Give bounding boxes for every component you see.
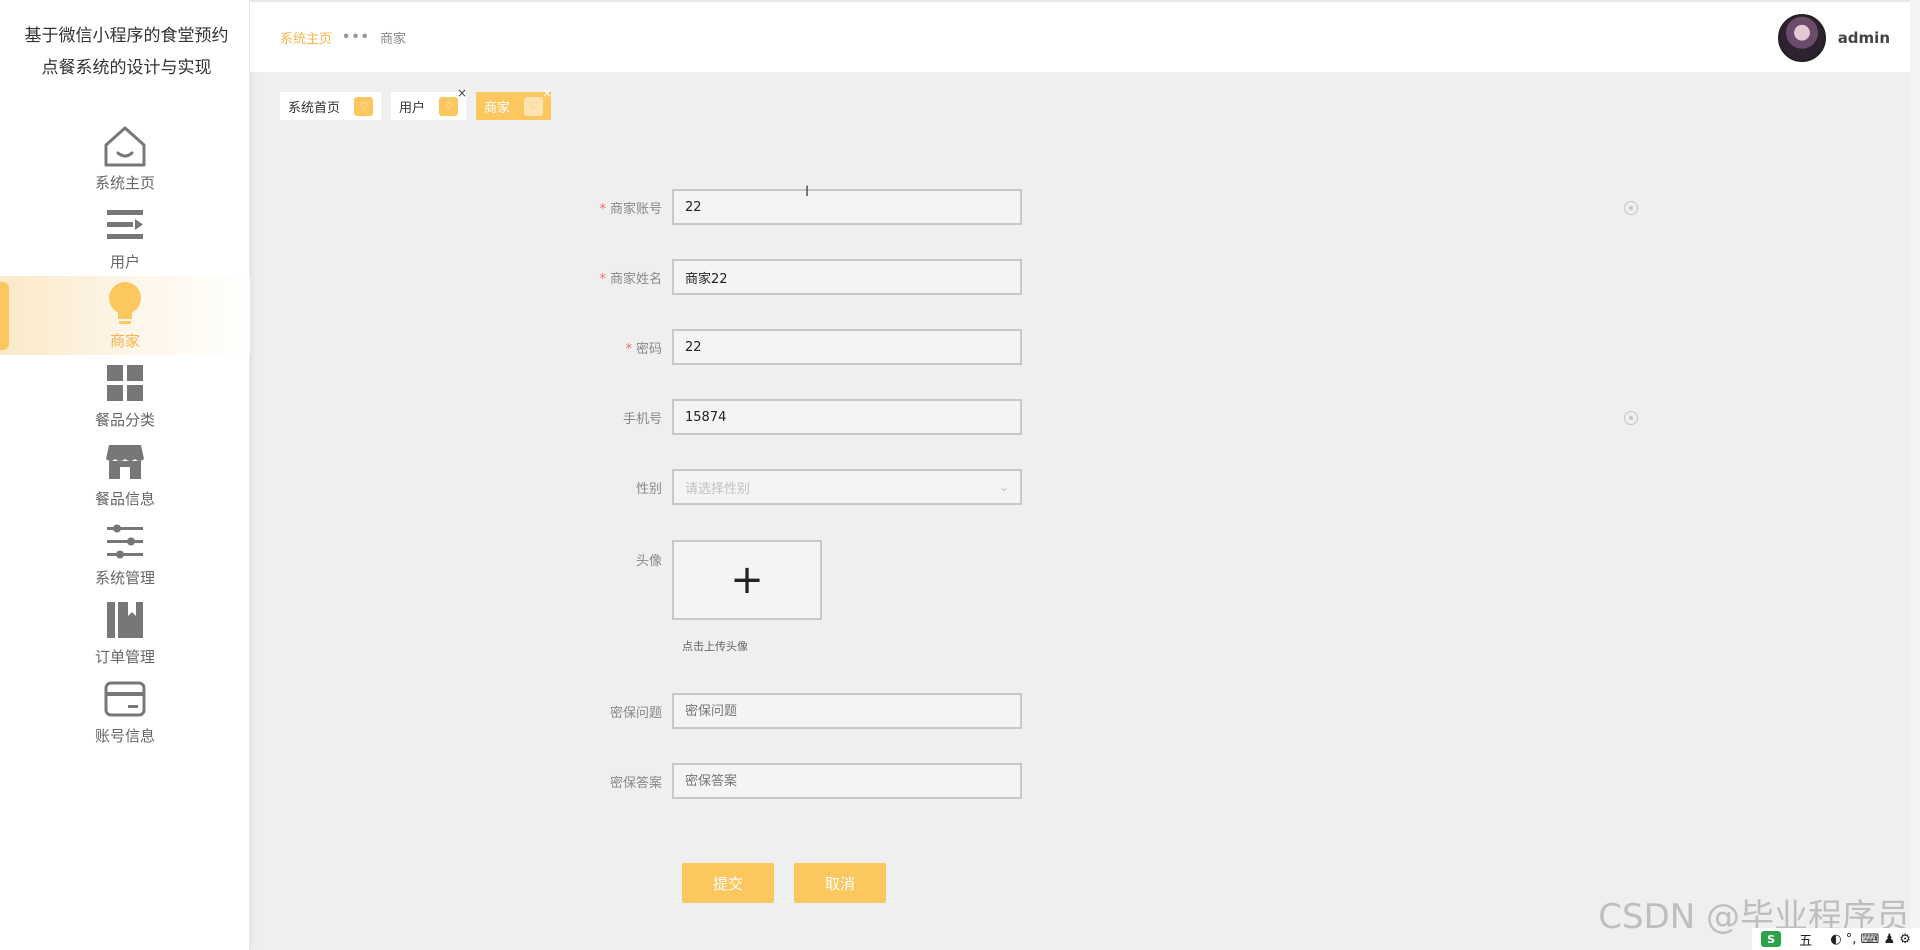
sidebar-item-label: 系统管理 xyxy=(94,569,155,587)
sidebar-item-system[interactable]: 系统管理 xyxy=(0,513,250,592)
ime-logo-icon[interactable]: S xyxy=(1761,931,1782,947)
gender-select[interactable]: 请选择性别 ⌄ xyxy=(672,469,1022,505)
password-label: * 密码 xyxy=(625,341,662,357)
book-icon xyxy=(101,596,149,644)
ime-mode[interactable]: 五 xyxy=(1799,930,1812,949)
app-title: 基于微信小程序的食堂预约点餐系统的设计与实现 xyxy=(24,26,229,78)
user-menu[interactable]: admin xyxy=(1777,14,1890,62)
tag-label: 用户 xyxy=(399,100,426,116)
avatar-label: 头像 xyxy=(635,554,662,569)
form-row-answer: 密保答案 xyxy=(560,763,1022,799)
tag-merchant[interactable]: 商家 ♡ × xyxy=(476,86,552,120)
shop-icon xyxy=(101,438,149,486)
answer-input[interactable] xyxy=(672,763,1022,799)
sidebar-item-label: 餐品分类 xyxy=(94,411,155,429)
gender-placeholder: 请选择性别 xyxy=(685,481,751,497)
heart-icon: ♡ xyxy=(439,96,459,116)
clear-icon[interactable] xyxy=(1624,201,1638,215)
tag-label: 商家 xyxy=(484,100,511,116)
heart-icon: ♡ xyxy=(524,96,544,116)
chevron-down-icon: ⌄ xyxy=(998,480,1009,494)
sidebar-item-food-category[interactable]: 餐品分类 xyxy=(0,355,250,434)
avatar-upload[interactable]: + xyxy=(672,540,822,620)
plus-icon: + xyxy=(730,557,764,603)
upload-hint: 点击上传头像 xyxy=(682,640,748,653)
username[interactable]: admin xyxy=(1838,29,1890,47)
tag-users[interactable]: 用户 ♡ × xyxy=(391,86,467,120)
required-mark: * xyxy=(599,271,606,287)
card-icon xyxy=(101,675,149,723)
sliders-icon xyxy=(101,517,149,565)
phone-label: 手机号 xyxy=(622,411,662,427)
tag-label: 系统首页 xyxy=(288,100,341,116)
close-icon[interactable]: × xyxy=(457,86,467,100)
sidebar-item-label: 账号信息 xyxy=(94,727,155,745)
ime-tray-icons[interactable]: ◐ °, ⌨ ♟ ⚙ xyxy=(1830,932,1911,947)
sidebar-item-users[interactable]: 用户 xyxy=(0,197,250,276)
sidebar-item-label: 订单管理 xyxy=(94,648,155,666)
form-row-name: * 商家姓名 商家22 xyxy=(560,259,1022,295)
sidebar-item-label: 系统主页 xyxy=(94,174,155,192)
close-icon[interactable]: × xyxy=(542,86,552,100)
form-row-question: 密保问题 xyxy=(560,693,1022,729)
list-icon xyxy=(101,201,149,249)
clear-icon[interactable] xyxy=(1624,411,1638,425)
breadcrumb: 系统主页 ••• 商家 xyxy=(280,28,406,47)
account-label: * 商家账号 xyxy=(599,201,662,217)
breadcrumb-current: 商家 xyxy=(379,32,406,47)
form-row-password: * 密码 22 xyxy=(560,329,1022,365)
bulb-icon xyxy=(101,280,149,328)
name-input[interactable]: 商家22 xyxy=(672,259,1022,295)
required-mark: * xyxy=(625,341,632,357)
form-row-gender: 性别 请选择性别 ⌄ xyxy=(560,469,1022,505)
sidebar-item-label: 商家 xyxy=(109,332,140,350)
breadcrumb-home[interactable]: 系统主页 xyxy=(280,28,332,47)
grid-icon xyxy=(101,359,149,407)
required-mark: * xyxy=(599,201,606,217)
sidebar-item-label: 餐品信息 xyxy=(94,490,155,508)
answer-label: 密保答案 xyxy=(609,775,662,791)
scrollbar[interactable] xyxy=(1910,0,1920,930)
top-header: 系统主页 ••• 商家 admin xyxy=(250,0,1920,72)
password-input[interactable]: 22 xyxy=(672,329,1022,365)
sidebar-item-label: 用户 xyxy=(109,253,140,271)
account-input[interactable]: 22 xyxy=(672,189,1022,225)
cancel-button[interactable]: 取消 xyxy=(794,863,886,903)
phone-input[interactable]: 15874 xyxy=(672,399,1022,435)
tag-bar: 系统首页 ♡ 用户 ♡ × 商家 ♡ × xyxy=(280,86,561,120)
ime-tray: S 五 ◐ °, ⌨ ♟ ⚙ xyxy=(1752,928,1920,950)
form-row-phone: 手机号 15874 xyxy=(560,399,1022,435)
text-cursor-icon: I xyxy=(805,184,810,200)
heart-icon: ♡ xyxy=(354,96,374,116)
tag-home[interactable]: 系统首页 ♡ xyxy=(280,92,382,120)
gender-label: 性别 xyxy=(635,481,662,497)
sidebar-item-orders[interactable]: 订单管理 xyxy=(0,592,250,671)
breadcrumb-separator: ••• xyxy=(342,30,370,45)
home-icon xyxy=(101,122,149,170)
submit-button[interactable]: 提交 xyxy=(682,863,774,903)
sidebar-menu: 系统主页 用户 商家 餐品分类 餐品信息 系统管理 订单管理 账号信息 xyxy=(0,118,250,750)
sidebar: 基于微信小程序的食堂预约点餐系统的设计与实现 系统主页 用户 商家 餐品分类 餐… xyxy=(0,0,250,950)
form-row-avatar: 头像 + xyxy=(560,540,822,620)
sidebar-item-food-info[interactable]: 餐品信息 xyxy=(0,434,250,513)
sidebar-item-account[interactable]: 账号信息 xyxy=(0,671,250,750)
avatar[interactable] xyxy=(1777,14,1826,62)
question-label: 密保问题 xyxy=(609,705,662,721)
sidebar-item-home[interactable]: 系统主页 xyxy=(0,118,250,197)
form-row-account: * 商家账号 22 xyxy=(560,189,1022,225)
sidebar-item-merchant[interactable]: 商家 xyxy=(0,276,250,355)
question-input[interactable] xyxy=(672,693,1022,729)
name-label: * 商家姓名 xyxy=(599,271,662,287)
